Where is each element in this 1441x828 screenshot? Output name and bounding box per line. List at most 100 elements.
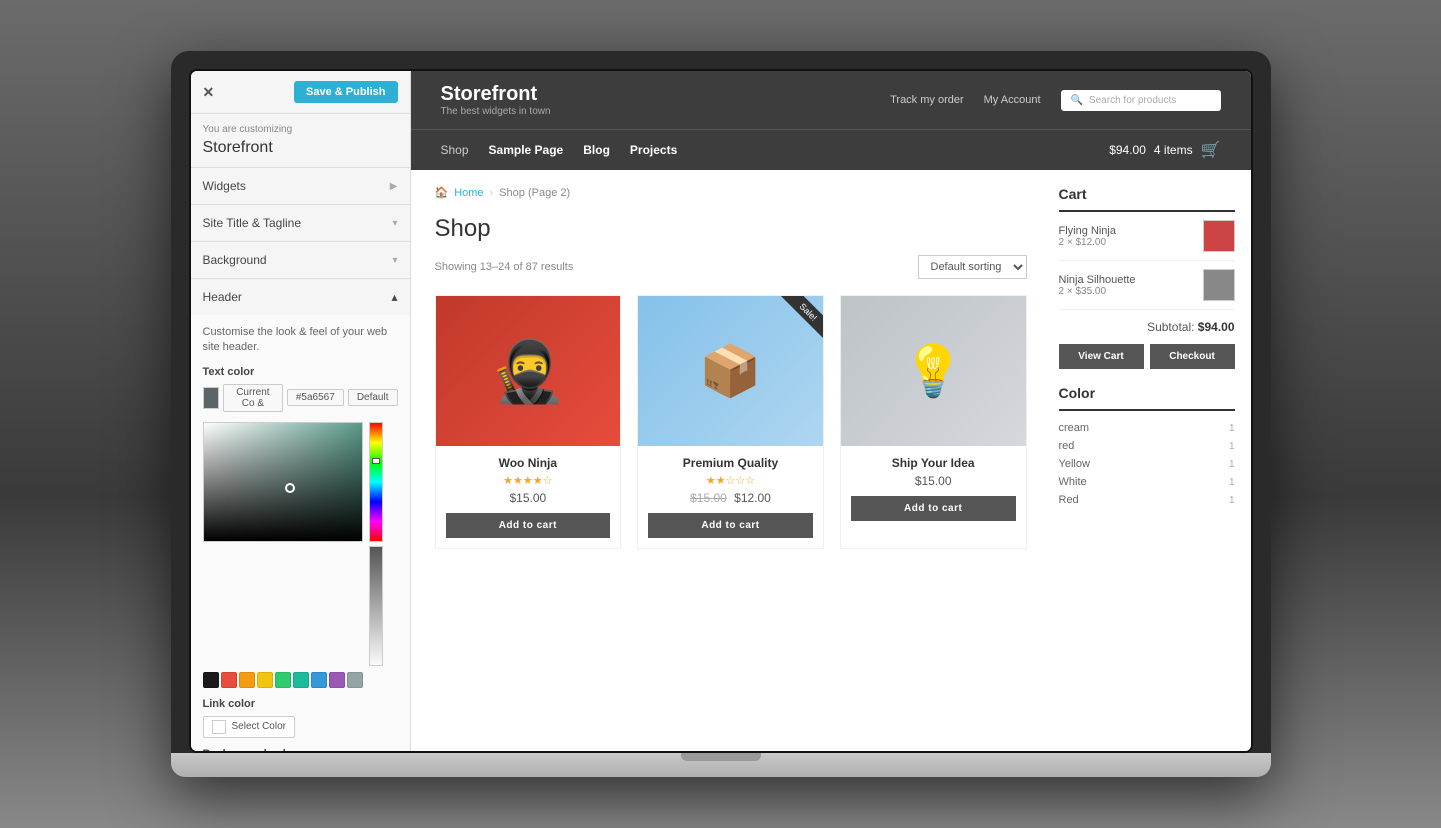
color-swatches-row — [203, 672, 398, 688]
color-count: 1 — [1229, 423, 1235, 434]
cart-count: 4 items — [1154, 143, 1193, 157]
product-card: 🥷 Woo Ninja ★★★★☆ $15.00 Add to cart — [435, 295, 622, 549]
header-section-title[interactable]: Header ▴ — [191, 279, 410, 315]
cart-widget-title: Cart — [1059, 186, 1235, 212]
arrow-icon: ▶ — [390, 181, 398, 192]
cart-summary[interactable]: $94.00 4 items 🛒 — [1109, 140, 1220, 160]
store-logo: Storefront The best widgets in town — [441, 83, 871, 117]
color-gradient[interactable] — [203, 422, 363, 542]
close-button[interactable]: ✕ — [203, 84, 215, 101]
original-price: $15.00 — [690, 491, 727, 505]
color-spectrum[interactable] — [369, 422, 383, 542]
customizer-header: ✕ Save & Publish — [191, 71, 410, 114]
product-price-1: $15.00 — [446, 491, 611, 505]
swatch-gray[interactable] — [347, 672, 363, 688]
color-count: 1 — [1229, 477, 1235, 488]
swatch-green[interactable] — [275, 672, 291, 688]
breadcrumb-icon: 🏠 — [435, 186, 449, 199]
link-color-select-button[interactable]: Select Color — [203, 716, 295, 738]
store-sidebar: Cart Flying Ninja 2 × $12.00 — [1051, 170, 1251, 751]
store-nav-bar: Shop Sample Page Blog Projects $94.00 4 … — [411, 129, 1251, 170]
view-cart-button[interactable]: View Cart — [1059, 344, 1144, 369]
laptop-screen: ✕ Save & Publish You are customizing Sto… — [189, 69, 1253, 753]
menu-item-background[interactable]: Background ▾ — [191, 241, 410, 278]
search-box[interactable]: 🔍 Search for products — [1061, 90, 1221, 111]
color-picker-row — [203, 422, 398, 666]
sale-price: $12.00 — [734, 491, 771, 505]
nav-blog[interactable]: Blog — [583, 143, 610, 157]
color-count: 1 — [1229, 495, 1235, 506]
swatch-teal[interactable] — [293, 672, 309, 688]
color-count: 1 — [1229, 459, 1235, 470]
add-to-cart-2[interactable]: Add to cart — [648, 513, 813, 538]
color-widget: Color cream 1 red 1 Yellow 1 — [1059, 385, 1235, 509]
link-color-label: Link color — [203, 698, 398, 710]
cart-item: Ninja Silhouette 2 × $35.00 — [1059, 269, 1235, 310]
cart-subtotal-amount: $94.00 — [1198, 320, 1235, 334]
color-picker[interactable] — [203, 422, 398, 688]
swatch-black[interactable] — [203, 672, 219, 688]
swatch-red[interactable] — [221, 672, 237, 688]
color-filter-item[interactable]: cream 1 — [1059, 419, 1235, 437]
cart-item-info: Ninja Silhouette 2 × $35.00 — [1059, 274, 1203, 297]
color-filter-item[interactable]: Red 1 — [1059, 491, 1235, 509]
nav-projects[interactable]: Projects — [630, 143, 677, 157]
product-name-2: Premium Quality — [648, 456, 813, 470]
swatch-blue[interactable] — [311, 672, 327, 688]
menu-item-site-title[interactable]: Site Title & Tagline ▾ — [191, 204, 410, 241]
product-image-1: 🥷 — [436, 296, 621, 446]
product-card: 💡 Ship Your Idea $15.00 Add to cart — [840, 295, 1027, 549]
screen-content: ✕ Save & Publish You are customizing Sto… — [191, 71, 1251, 751]
picker-circle — [285, 483, 295, 493]
sort-select[interactable]: Default sorting — [918, 255, 1027, 279]
product-bg-gray: 💡 — [841, 296, 1026, 446]
color-filter-item[interactable]: Yellow 1 — [1059, 455, 1235, 473]
spectrum-handle — [372, 458, 380, 464]
current-color-swatch[interactable] — [203, 387, 219, 409]
product-image-3: 💡 — [841, 296, 1026, 446]
product-bg-red: 🥷 — [436, 296, 621, 446]
header-description: Customise the look & feel of your web si… — [203, 325, 398, 356]
swatch-purple[interactable] — [329, 672, 345, 688]
product-price-3: $15.00 — [851, 474, 1016, 488]
add-to-cart-3[interactable]: Add to cart — [851, 496, 1016, 521]
customizing-label: You are customizing — [191, 114, 410, 139]
product-stars-2: ★★☆☆☆ — [648, 474, 813, 487]
arrow-icon: ▾ — [392, 255, 397, 266]
laptop-frame: ✕ Save & Publish You are customizing Sto… — [171, 51, 1271, 777]
swatch-yellow[interactable] — [257, 672, 273, 688]
checkout-button[interactable]: Checkout — [1150, 344, 1235, 369]
cart-item-info: Flying Ninja 2 × $12.00 — [1059, 225, 1203, 248]
default-button[interactable]: Default — [348, 389, 398, 406]
add-to-cart-1[interactable]: Add to cart — [446, 513, 611, 538]
link-color-swatch — [212, 720, 226, 734]
cart-actions: View Cart Checkout — [1059, 344, 1235, 369]
cart-item-thumb-2 — [1203, 269, 1235, 301]
background-color-section: Background color Select Color — [203, 748, 398, 751]
save-publish-button[interactable]: Save & Publish — [294, 81, 397, 103]
my-account-link[interactable]: My Account — [984, 94, 1041, 106]
header-section: Header ▴ Customise the look & feel of yo… — [191, 278, 410, 751]
customizer-panel: ✕ Save & Publish You are customizing Sto… — [191, 71, 411, 751]
hex-value-button[interactable]: #5a6567 — [287, 389, 344, 406]
color-filter-item[interactable]: White 1 — [1059, 473, 1235, 491]
current-color-button[interactable]: Current Co & — [223, 384, 283, 412]
menu-item-widgets[interactable]: Widgets ▶ — [191, 167, 410, 204]
breadcrumb-home[interactable]: Home — [454, 187, 483, 199]
nav-sample-page[interactable]: Sample Page — [489, 143, 564, 157]
product-name-3: Ship Your Idea — [851, 456, 1016, 470]
main-nav-menu: Shop Sample Page Blog Projects — [441, 143, 678, 157]
product-image-2: 📦 Sale! — [638, 296, 823, 446]
background-color-label: Background color — [203, 748, 398, 751]
storefront-preview: Storefront The best widgets in town Trac… — [411, 71, 1251, 751]
color-alpha[interactable] — [369, 546, 383, 666]
customizer-site-name: Storefront — [191, 139, 410, 167]
product-info-3: Ship Your Idea $15.00 Add to cart — [841, 446, 1026, 531]
link-color-section: Link color Select Color — [203, 698, 398, 738]
track-order-link[interactable]: Track my order — [890, 94, 964, 106]
swatch-orange[interactable] — [239, 672, 255, 688]
color-filter-item[interactable]: red 1 — [1059, 437, 1235, 455]
store-tagline: The best widgets in town — [441, 106, 871, 117]
product-figure-3: 💡 — [902, 342, 964, 401]
nav-shop[interactable]: Shop — [441, 143, 469, 157]
